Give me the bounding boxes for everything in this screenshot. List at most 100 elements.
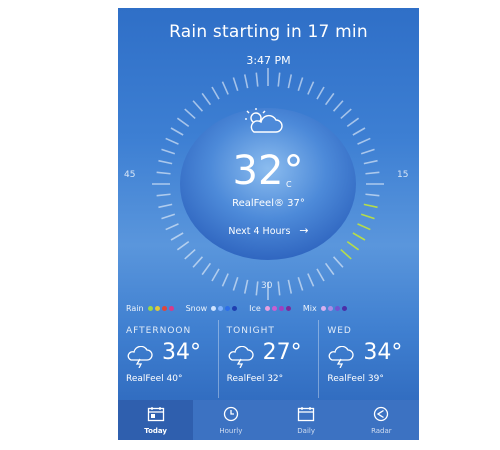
dial-tick [156,193,171,197]
forecast-temp: 34° [162,340,201,365]
tab-label: Hourly [219,427,243,435]
dial-tick [324,262,335,276]
weather-app-screen: Rain starting in 17 min 3:47 PM 45 15 30 [118,8,419,440]
thunderstorm-icon [327,345,355,372]
dial-tick [287,279,293,294]
dial-tick [201,92,212,106]
dial-tick [316,268,325,282]
dial-tick [232,276,239,291]
tab-hourly[interactable]: Hourly [193,400,268,440]
dial-tick [211,268,220,282]
forecast-panels: AFTERNOON 34° RealFeel 40° TONIGHT 27° R… [118,320,419,398]
bottom-tab-bar: Today Hourly Daily Radar [118,400,419,440]
legend-color-dot [154,306,160,311]
thunderstorm-icon [227,345,255,372]
dial-tick [255,281,259,296]
dial-tick [161,148,176,155]
tab-label: Radar [371,427,392,435]
dial-tick [297,276,304,291]
legend-color-dot [168,306,174,311]
forecast-tonight[interactable]: TONIGHT 27° RealFeel 32° [219,320,320,398]
dial-tick [161,213,176,220]
tab-label: Today [144,427,167,435]
current-temperature: 32° [232,148,304,194]
dial-tick [340,108,352,120]
legend-label: Mix [302,304,317,313]
dial-tick [332,256,344,268]
legend-color-dot [147,306,153,311]
calendar-today-icon [147,406,165,426]
dial-label-45: 45 [124,170,136,180]
dial-tick [360,213,375,220]
legend-color-dot [271,306,277,311]
radar-icon [372,406,390,426]
legend-color-dot [285,306,291,311]
legend-color-dot [211,306,217,311]
legend-rain: Rain [126,304,176,313]
dial-tick [357,137,371,145]
clock-icon [222,406,240,426]
legend-color-dot [327,306,333,311]
dial-tick [221,81,229,95]
dial-tick [360,148,375,155]
dial-tick [332,100,344,112]
dial-label-15: 15 [397,170,409,180]
forecast-realfeel: RealFeel 40° [126,374,183,384]
legend-color-dot [264,306,270,311]
dial-tick [243,74,249,89]
dial-tick [277,72,281,87]
forecast-realfeel: RealFeel 39° [327,374,384,384]
calendar-icon [297,406,315,426]
legend-color-dot [225,306,231,311]
dial-tick [352,127,366,136]
dial-tick [316,86,325,100]
partly-cloudy-icon [242,106,286,140]
dial-tick [201,262,212,276]
dial-tick [165,137,179,145]
dial-tick [211,86,220,100]
dial-tick [307,273,315,287]
dial-tick [363,159,378,165]
dial-tick [243,279,249,294]
forecast-title: WED [327,326,352,336]
dial-tick [365,193,380,197]
dial-tick [346,117,360,128]
dial-tick [176,117,190,128]
legend-label: Rain [126,304,144,313]
forecast-temp: 34° [363,340,403,365]
forecast-realfeel: RealFeel 32° [226,374,284,384]
dial-tick [287,74,293,89]
forecast-temp: 27° [262,340,302,365]
precipitation-legend: Rain Snow Ice Mix [126,304,411,313]
legend-color-dot [320,306,326,311]
tab-label: Daily [297,427,315,435]
legend-snow: Snow [186,304,240,313]
tab-radar[interactable]: Radar [344,400,419,440]
next-4-hours-link[interactable]: Next 4 Hours → [118,224,419,237]
dial-tick [192,256,204,268]
dial-tick [297,77,304,92]
dial-tick [158,159,173,165]
next-4-hours-label: Next 4 Hours [228,226,291,237]
legend-ice: Ice [249,304,293,313]
legend-color-dot [232,306,238,311]
tab-daily[interactable]: Daily [269,400,344,440]
dial-tick [365,171,380,175]
legend-color-dot [334,306,340,311]
dial-tick [184,108,196,120]
dial-tick [192,100,204,112]
dial-label-30: 30 [261,281,273,291]
forecast-title: AFTERNOON [126,326,192,336]
dial-tick [340,248,352,260]
legend-label: Ice [249,304,261,313]
dial-tick [176,240,190,251]
dial-tick [346,240,360,251]
tab-today[interactable]: Today [118,400,194,440]
forecast-afternoon[interactable]: AFTERNOON 34° RealFeel 40° [118,320,219,398]
current-realfeel: RealFeel® 37° [232,198,305,209]
dial-tick [170,127,184,136]
dial-tick [184,248,196,260]
forecast-wed[interactable]: WED 34° RealFeel 39° [319,320,419,398]
dial-tick [221,273,229,287]
temperature-unit: C [286,180,292,189]
